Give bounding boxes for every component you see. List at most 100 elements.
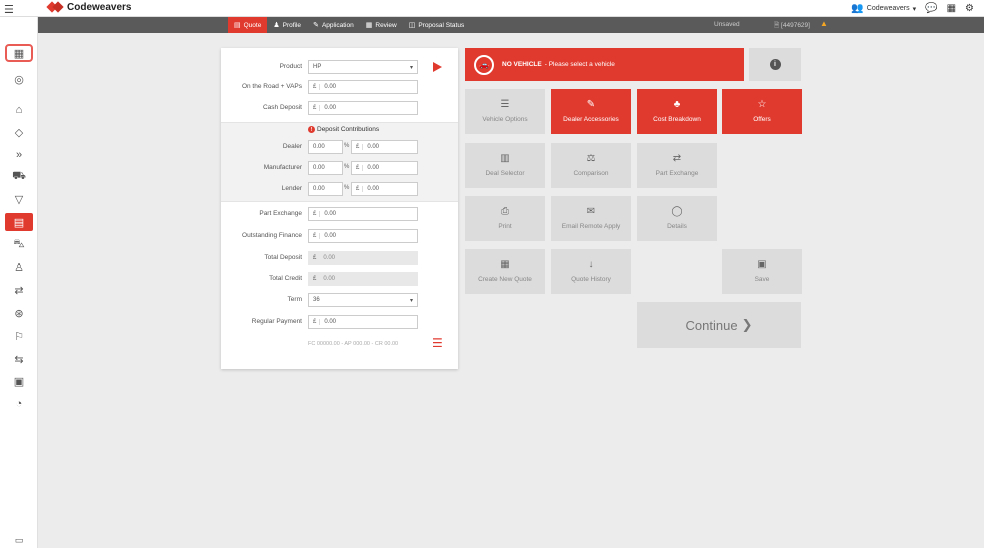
print-button[interactable]: ⎙ Print bbox=[465, 196, 545, 241]
vehicle-options-button[interactable]: ☰ Vehicle Options bbox=[465, 89, 545, 134]
quote-history-button[interactable]: ↓ Quote History bbox=[551, 249, 631, 294]
lender-amount-input[interactable]: £0.00 bbox=[351, 182, 418, 196]
quote-form-card: Product HP ▾ On the Road + VAPs £0.00 Ca… bbox=[221, 48, 458, 369]
sidebar-item-flag-icon[interactable]: ⚐ bbox=[5, 327, 33, 345]
on-the-road-label: On the Road + VAPs bbox=[241, 83, 302, 90]
dealer-accessories-button[interactable]: ✎ Dealer Accessories bbox=[551, 89, 631, 134]
product-value: HP bbox=[313, 64, 322, 70]
offers-button[interactable]: ☆ Offers bbox=[722, 89, 802, 134]
regular-payment-label: Regular Payment bbox=[251, 318, 302, 325]
sidebar-item-cart-icon[interactable]: ⛍ bbox=[5, 236, 33, 254]
part-exchange-input[interactable]: £0.00 bbox=[308, 207, 418, 221]
sidebar-item-tag-icon[interactable]: ◇ bbox=[5, 123, 33, 141]
hamburger-menu-icon[interactable]: ☰ bbox=[4, 3, 14, 16]
brand-logo[interactable]: Codeweavers bbox=[46, 1, 131, 13]
percent-sign: % bbox=[344, 185, 350, 191]
sidebar-item-quote-icon[interactable]: ▤ bbox=[5, 213, 33, 231]
details-button[interactable]: ◯ Details bbox=[637, 196, 717, 241]
outstanding-finance-value: 0.00 bbox=[324, 233, 337, 239]
percent-sign: % bbox=[344, 164, 350, 170]
product-select[interactable]: HP ▾ bbox=[308, 60, 418, 74]
user-menu-label: Codeweavers bbox=[866, 5, 910, 12]
outstanding-finance-input[interactable]: £0.00 bbox=[308, 229, 418, 243]
part-exchange-button[interactable]: ⇄ Part Exchange bbox=[637, 143, 717, 188]
regular-payment-value: 0.00 bbox=[324, 319, 337, 325]
sidebar-item-filter-icon[interactable]: ▽ bbox=[5, 190, 33, 208]
total-credit-label: Total Credit bbox=[269, 275, 302, 282]
regular-payment-input[interactable]: £0.00 bbox=[308, 315, 418, 329]
list-icon: ☰ bbox=[500, 99, 510, 110]
total-credit-field: £0.00 bbox=[308, 272, 418, 286]
manufacturer-amount-input[interactable]: £0.00 bbox=[351, 161, 418, 175]
menu-icon[interactable]: ☰ bbox=[432, 336, 443, 350]
lender-contribution-row: Lender 0.00 % £0.00 bbox=[221, 182, 458, 196]
create-new-quote-button[interactable]: ▦ Create New Quote bbox=[465, 249, 545, 294]
sidebar-item-wallet-icon[interactable]: ▣ bbox=[5, 372, 33, 390]
gear-icon[interactable]: ⚙ bbox=[965, 3, 974, 14]
manufacturer-contribution-row: Manufacturer 0.00 % £0.00 bbox=[221, 161, 458, 175]
play-arrow-icon[interactable] bbox=[433, 62, 442, 72]
sidebar-item-badge-icon[interactable]: ⊛ bbox=[5, 304, 33, 322]
bar-chart-icon: ▥ bbox=[500, 153, 510, 164]
product-label: Product bbox=[279, 63, 302, 70]
speech-bubble-icon: ◯ bbox=[671, 206, 683, 217]
sidebar-item-transfer-icon[interactable]: ⇄ bbox=[5, 281, 33, 299]
cost-breakdown-button[interactable]: ♣ Cost Breakdown bbox=[637, 89, 717, 134]
chat-icon[interactable]: 💬 bbox=[925, 3, 937, 14]
chevron-right-icon: ❯ bbox=[741, 317, 753, 332]
total-deposit-value: 0.00 bbox=[323, 255, 336, 261]
manufacturer-percent-input[interactable]: 0.00 bbox=[308, 161, 343, 175]
cash-deposit-label: Cash Deposit bbox=[262, 104, 302, 111]
pencil-icon: ✎ bbox=[313, 22, 319, 29]
sidebar-item-swap-icon[interactable]: ⇆ bbox=[5, 350, 33, 368]
info-button[interactable]: i bbox=[749, 48, 801, 81]
printer-icon: ⎙ bbox=[501, 206, 509, 217]
envelope-icon: ✉ bbox=[586, 206, 596, 217]
tab-profile[interactable]: ♟ Profile bbox=[267, 17, 307, 33]
continue-button[interactable]: Continue ❯ bbox=[637, 302, 801, 348]
term-select[interactable]: 36 ▾ bbox=[308, 293, 418, 307]
sidebar-item-forward-icon[interactable]: » bbox=[5, 146, 33, 164]
outstanding-finance-row: Outstanding Finance £0.00 bbox=[221, 229, 458, 243]
tile-label: Email Remote Apply bbox=[561, 223, 621, 230]
warning-icon[interactable]: ▲ bbox=[820, 19, 828, 28]
scales-icon: ⚖ bbox=[586, 153, 596, 164]
dealer-amount-input[interactable]: £0.00 bbox=[351, 140, 418, 154]
no-vehicle-banner[interactable]: 🚗 NO VEHICLE - Please select a vehicle bbox=[465, 48, 744, 81]
lender-percent-value: 0.00 bbox=[313, 186, 325, 192]
lender-percent-input[interactable]: 0.00 bbox=[308, 182, 343, 196]
tab-application[interactable]: ✎ Application bbox=[307, 17, 360, 33]
tile-label: Part Exchange bbox=[655, 170, 699, 177]
quote-icon: ▤ bbox=[234, 22, 241, 29]
deal-selector-button[interactable]: ▥ Deal Selector bbox=[465, 143, 545, 188]
tab-quote[interactable]: ▤ Quote bbox=[228, 17, 268, 33]
sidebar-item-piechart-icon[interactable]: ◔ bbox=[5, 395, 33, 413]
users-icon: 👥 bbox=[851, 3, 864, 14]
on-the-road-input[interactable]: £0.00 bbox=[308, 80, 418, 94]
total-deposit-row: Total Deposit £0.00 bbox=[221, 251, 458, 265]
cash-deposit-input[interactable]: £0.00 bbox=[308, 101, 418, 115]
currency-symbol: £ bbox=[313, 233, 321, 239]
cash-deposit-row: Cash Deposit £0.00 bbox=[221, 101, 458, 115]
part-exchange-value: 0.00 bbox=[324, 211, 337, 217]
sidebar-item-dealership-icon[interactable]: ⌂ bbox=[5, 101, 33, 119]
save-status: Unsaved bbox=[714, 21, 740, 28]
sidebar-item-search-icon[interactable]: ◎ bbox=[5, 70, 33, 88]
total-deposit-label: Total Deposit bbox=[264, 254, 302, 261]
email-remote-apply-button[interactable]: ✉ Email Remote Apply bbox=[551, 196, 631, 241]
comparison-button[interactable]: ⚖ Comparison bbox=[551, 143, 631, 188]
currency-symbol: £ bbox=[313, 276, 317, 282]
on-the-road-value: 0.00 bbox=[324, 84, 337, 90]
currency-symbol: £ bbox=[356, 165, 364, 171]
sidebar-item-calculator-icon[interactable]: ▦ bbox=[5, 44, 33, 62]
grid-icon[interactable]: ▦ bbox=[947, 3, 956, 14]
tab-review[interactable]: ▦ Review bbox=[360, 17, 403, 33]
sidebar-item-car-icon[interactable]: ⛟ bbox=[5, 168, 33, 186]
save-button[interactable]: ▣ Save bbox=[722, 249, 802, 294]
user-menu[interactable]: 👥 Codeweavers ▾ bbox=[851, 3, 916, 14]
sidebar-item-person-icon[interactable]: ♙ bbox=[5, 258, 33, 276]
dealer-percent-input[interactable]: 0.00 bbox=[308, 140, 343, 154]
tab-proposal-status[interactable]: ◫ Proposal Status bbox=[403, 17, 471, 33]
total-credit-row: Total Credit £0.00 bbox=[221, 272, 458, 286]
sidebar-collapse-icon[interactable]: ▭ bbox=[5, 531, 33, 548]
